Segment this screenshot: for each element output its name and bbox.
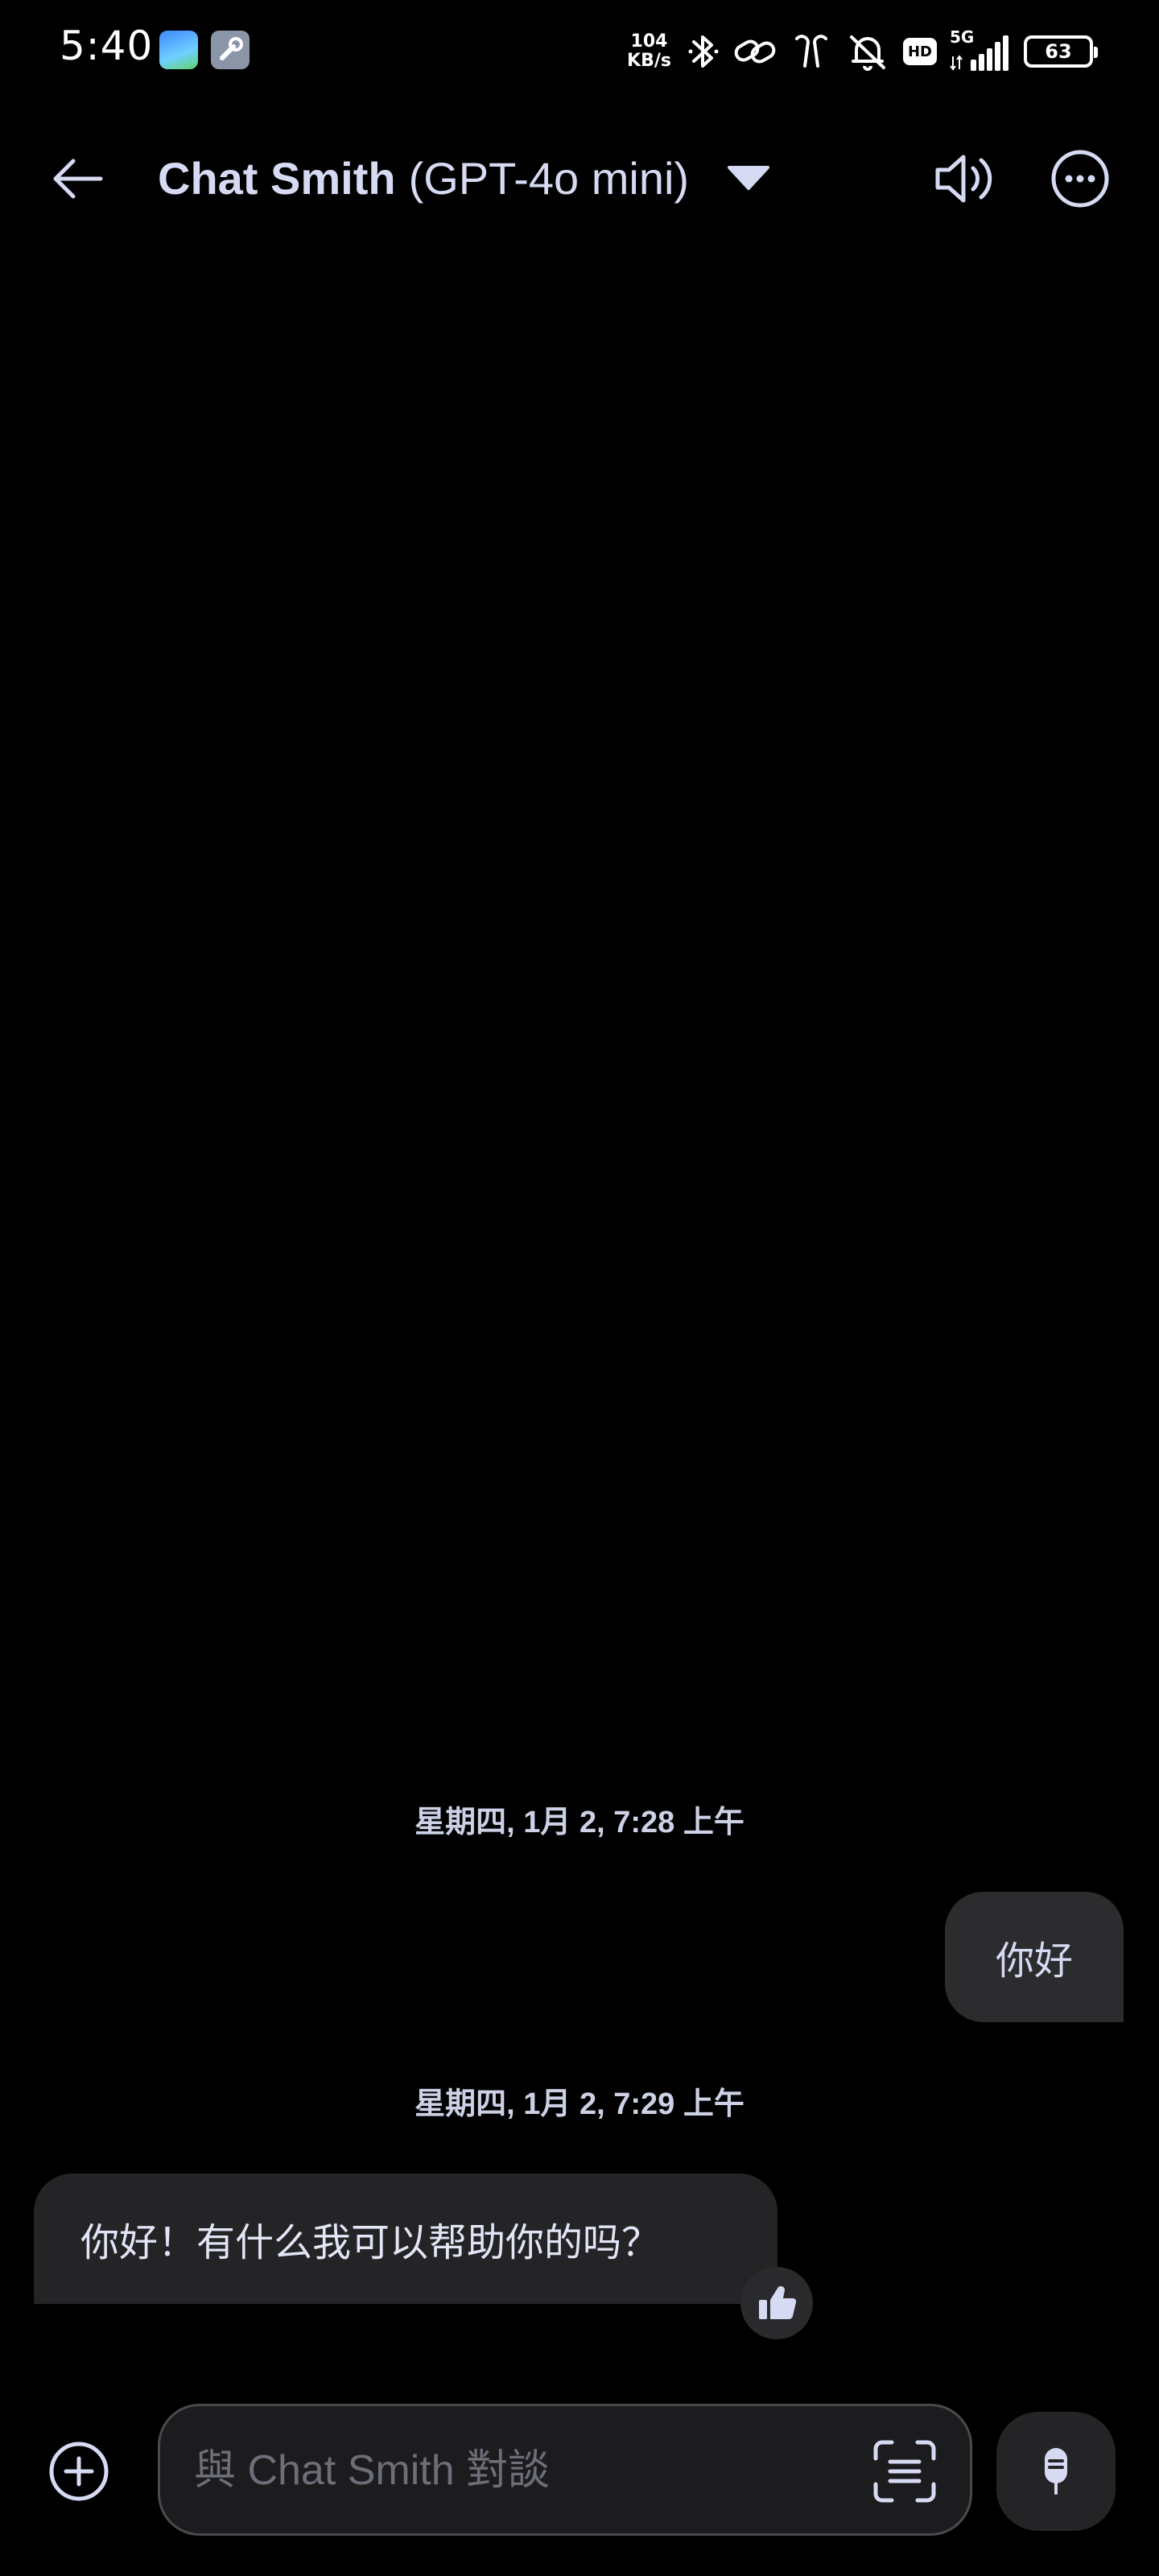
thumbs-up-icon (759, 2286, 797, 2320)
message-timestamp: 星期四, 1月 2, 7:29 上午 (415, 2087, 744, 2121)
more-options-button[interactable] (1046, 145, 1114, 213)
speaker-icon (935, 155, 992, 203)
back-button[interactable] (45, 147, 109, 211)
chat-screen: 5:40 104 KB/s HD 5G 63 Chat Smith (GPT-4… (0, 0, 1159, 2576)
hd-icon: HD (903, 38, 937, 65)
add-attachment-button[interactable] (47, 2439, 111, 2504)
network-speed-value: 104 (630, 31, 668, 52)
link-icon (734, 39, 776, 64)
status-indicators: 104 KB/s HD 5G 63 (627, 26, 1098, 77)
earbuds-icon (795, 35, 827, 68)
speaker-button[interactable] (927, 147, 1000, 211)
chat-header: Chat Smith (GPT-4o mini) (0, 129, 1159, 225)
status-time: 5:40 (60, 23, 154, 69)
network-speed: 104 KB/s (627, 32, 671, 71)
voice-input-button[interactable] (996, 2412, 1116, 2531)
bluetooth-icon (688, 35, 719, 68)
model-selector[interactable]: Chat Smith (GPT-4o mini) (158, 151, 771, 204)
bot-message-text: 你好！有什么我可以帮助你的吗？ (80, 2220, 661, 2265)
message-timestamp: 星期四, 1月 2, 7:28 上午 (415, 1806, 744, 1839)
scan-text-button[interactable] (868, 2435, 941, 2508)
plus-icon (49, 2442, 109, 2501)
user-message-text: 你好 (995, 1938, 1073, 1984)
chat-title: Chat Smith (158, 152, 396, 204)
signal-icon: 5G (950, 27, 1011, 74)
status-bar: 5:40 104 KB/s HD 5G 63 (0, 0, 1159, 101)
message-composer (158, 2404, 972, 2536)
tool-app-icon (211, 31, 250, 69)
maps-app-icon (159, 31, 198, 69)
battery-icon: 63 (1024, 35, 1098, 68)
back-arrow-icon (53, 159, 103, 199)
mute-icon (850, 35, 885, 71)
network-speed-unit: KB/s (627, 51, 671, 71)
message-input[interactable] (192, 2430, 856, 2511)
more-icon (1051, 150, 1109, 208)
mic-icon (1045, 2448, 1067, 2495)
bot-message-bubble[interactable]: 你好！有什么我可以帮助你的吗？ (34, 2174, 777, 2304)
like-button[interactable] (740, 2267, 813, 2339)
caret-down-icon[interactable] (726, 162, 771, 194)
battery-level: 63 (1045, 40, 1072, 63)
scan-text-icon (873, 2440, 936, 2503)
user-message-bubble[interactable]: 你好 (945, 1892, 1124, 2022)
model-name: (GPT-4o mini) (408, 152, 690, 204)
